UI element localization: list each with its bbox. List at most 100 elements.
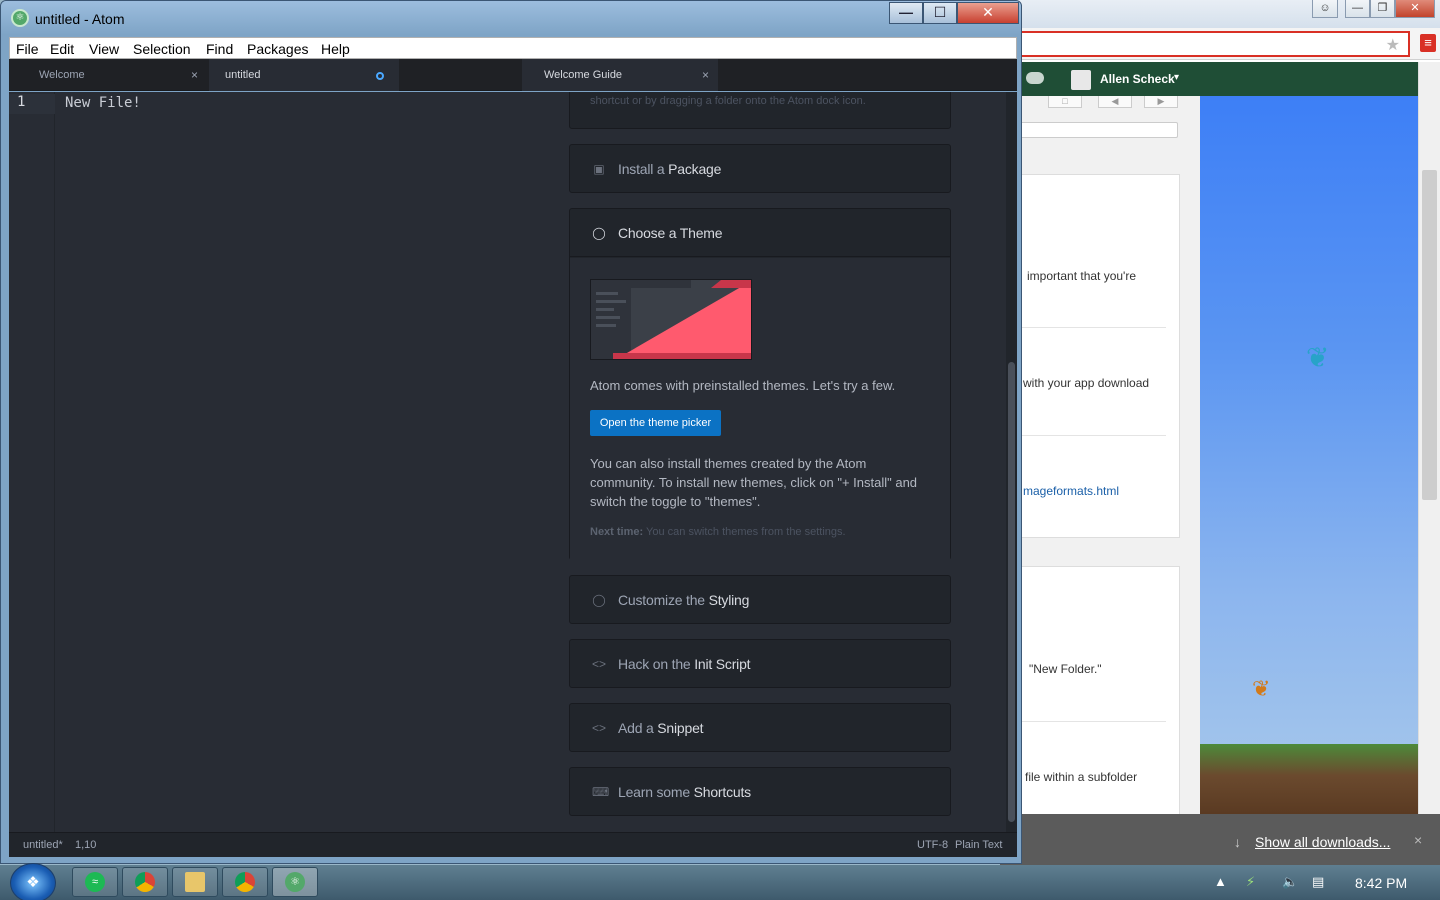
chrome-menu-icon[interactable]: ≡ bbox=[1420, 34, 1436, 52]
card-title: Learn some Shortcuts bbox=[618, 784, 751, 800]
right-tab-bar: Welcome Guide × bbox=[514, 59, 1017, 91]
tab-untitled[interactable]: untitled bbox=[209, 59, 399, 91]
package-icon: ▣ bbox=[593, 162, 605, 176]
back-arrow-button[interactable]: ◀ bbox=[1098, 96, 1132, 108]
divider bbox=[1020, 327, 1166, 328]
atom-window: ⚛ untitled - Atom — ☐ ✕ File Edit View S… bbox=[0, 0, 1022, 864]
address-bar[interactable]: ★ bbox=[1020, 31, 1410, 57]
bookmark-star-icon[interactable]: ★ bbox=[1386, 35, 1400, 55]
paintcan-icon: ◯ bbox=[592, 226, 606, 240]
divider bbox=[1020, 721, 1166, 722]
bookmark-button[interactable]: □ bbox=[1048, 96, 1082, 108]
chevron-down-icon[interactable]: ▾ bbox=[1174, 72, 1179, 83]
guide-card-add-snippet[interactable]: <> Add a Snippet bbox=[569, 703, 951, 752]
show-all-downloads-link[interactable]: Show all downloads... bbox=[1255, 834, 1390, 850]
card-title: Choose a Theme bbox=[618, 225, 723, 241]
menu-selection[interactable]: Selection bbox=[133, 41, 191, 57]
minimize-button[interactable]: — bbox=[889, 2, 923, 24]
taskbar-atom[interactable]: ⚛ bbox=[272, 867, 318, 897]
welcome-guide-pane: shortcut or by dragging a folder onto th… bbox=[514, 92, 1017, 832]
scroll-thumb[interactable] bbox=[1008, 362, 1015, 822]
status-file-name[interactable]: untitled* bbox=[23, 839, 63, 851]
left-tab-bar: Welcome × untitled bbox=[9, 59, 514, 91]
start-button[interactable]: ❖ bbox=[10, 863, 56, 900]
guide-card-install-package[interactable]: ▣ Install a Package bbox=[569, 144, 951, 193]
card-title: Hack on the Init Script bbox=[618, 656, 751, 672]
close-icon[interactable]: × bbox=[1414, 832, 1422, 848]
chrome-minimize-button[interactable]: — bbox=[1345, 0, 1370, 18]
taskbar-chrome[interactable] bbox=[122, 867, 168, 897]
menu-view[interactable]: View bbox=[89, 41, 119, 57]
scroll-thumb[interactable] bbox=[1422, 170, 1437, 500]
status-cursor-position[interactable]: 1,10 bbox=[75, 839, 96, 851]
site-search-input[interactable] bbox=[1020, 122, 1178, 138]
guide-scrollbar[interactable] bbox=[1006, 92, 1017, 832]
next-time-note: Next time: You can switch themes from th… bbox=[590, 526, 846, 538]
tab-label: Welcome bbox=[39, 69, 85, 81]
chat-icon[interactable] bbox=[1026, 72, 1044, 84]
avatar[interactable] bbox=[1071, 70, 1091, 90]
open-theme-picker-button[interactable]: Open the theme picker bbox=[590, 410, 721, 436]
code-line[interactable]: New File! bbox=[65, 95, 141, 111]
status-grammar[interactable]: Plain Text bbox=[955, 839, 1003, 851]
guide-card-init-script[interactable]: <> Hack on the Init Script bbox=[569, 639, 951, 688]
tab-label: Welcome Guide bbox=[544, 69, 623, 81]
menu-file[interactable]: File bbox=[16, 41, 39, 57]
guide-card-learn-shortcuts[interactable]: ⌨ Learn some Shortcuts bbox=[569, 767, 951, 816]
clock[interactable]: 8:42 PM bbox=[1355, 875, 1407, 891]
content-line: with your app download bbox=[1023, 376, 1150, 390]
downloads-bar: ↓ Show all downloads... × bbox=[1000, 814, 1440, 865]
menu-help[interactable]: Help bbox=[321, 41, 350, 57]
card-title: Add a Snippet bbox=[618, 720, 704, 736]
forward-arrow-button[interactable]: ▶ bbox=[1144, 96, 1178, 108]
text-editor[interactable]: 1 New File! bbox=[9, 92, 514, 832]
chrome-titlebar: ☺ — ❐ ✕ bbox=[1000, 0, 1440, 28]
taskbar-explorer[interactable] bbox=[172, 867, 218, 897]
guide-card-open-project[interactable]: shortcut or by dragging a folder onto th… bbox=[569, 92, 951, 129]
theme-description: Atom comes with preinstalled themes. Let… bbox=[590, 378, 896, 393]
network-icon[interactable]: ▤ bbox=[1312, 874, 1324, 890]
show-hidden-icons-icon[interactable]: ▲ bbox=[1214, 874, 1227, 889]
menu-edit[interactable]: Edit bbox=[50, 41, 74, 57]
grass-ground bbox=[1200, 744, 1418, 814]
window-title: untitled - Atom bbox=[35, 11, 125, 27]
volume-icon[interactable]: 🔈 bbox=[1282, 874, 1298, 890]
close-icon[interactable]: × bbox=[702, 59, 709, 91]
chrome-icon bbox=[235, 872, 255, 892]
menu-find[interactable]: Find bbox=[206, 41, 233, 57]
code-icon: <> bbox=[592, 657, 607, 671]
spotify-icon: ≈ bbox=[85, 872, 105, 892]
chrome-restore-button[interactable]: ❐ bbox=[1370, 0, 1395, 18]
user-name[interactable]: Allen Scheck bbox=[1100, 72, 1175, 86]
content-line: "New Folder." bbox=[1029, 662, 1102, 676]
chrome-close-button[interactable]: ✕ bbox=[1395, 0, 1435, 18]
menu-packages[interactable]: Packages bbox=[247, 41, 308, 57]
menubar: File Edit View Selection Find Packages H… bbox=[9, 37, 1017, 59]
page-scrollbar[interactable] bbox=[1418, 62, 1440, 814]
keyboard-icon: ⌨ bbox=[592, 785, 610, 799]
card-title: Install a Package bbox=[618, 161, 722, 177]
tab-welcome-guide[interactable]: Welcome Guide × bbox=[522, 59, 718, 91]
divider bbox=[1020, 435, 1166, 436]
power-icon[interactable]: ⚡ bbox=[1246, 874, 1255, 890]
site-header-bar: Allen Scheck ▾ bbox=[1000, 62, 1418, 96]
taskbar-spotify[interactable]: ≈ bbox=[72, 867, 118, 897]
theme-card-header[interactable]: ◯ Choose a Theme bbox=[570, 209, 950, 257]
folder-icon bbox=[185, 872, 205, 892]
close-button[interactable]: ✕ bbox=[957, 2, 1019, 24]
guide-card-customize-styling[interactable]: ◯ Customize the Styling bbox=[569, 575, 951, 624]
tab-welcome[interactable]: Welcome × bbox=[17, 59, 209, 91]
taskbar-chrome-2[interactable] bbox=[222, 867, 268, 897]
content-link[interactable]: mageformats.html bbox=[1023, 484, 1119, 498]
blue-butterfly-icon: ❦ bbox=[1306, 342, 1330, 373]
chrome-profile-button[interactable]: ☺ bbox=[1312, 0, 1338, 18]
modified-dot-icon[interactable] bbox=[376, 72, 384, 80]
line-number: 1 bbox=[17, 94, 26, 110]
orange-butterfly-icon: ❦ bbox=[1252, 676, 1271, 701]
close-icon[interactable]: × bbox=[191, 59, 198, 91]
card-title: Customize the Styling bbox=[618, 592, 750, 608]
maximize-button[interactable]: ☐ bbox=[923, 2, 957, 24]
page-content: □ ◀ ▶ important that you're with your ap… bbox=[1000, 96, 1200, 816]
status-encoding[interactable]: UTF-8 bbox=[917, 839, 948, 851]
paintcan-icon: ◯ bbox=[592, 593, 606, 607]
